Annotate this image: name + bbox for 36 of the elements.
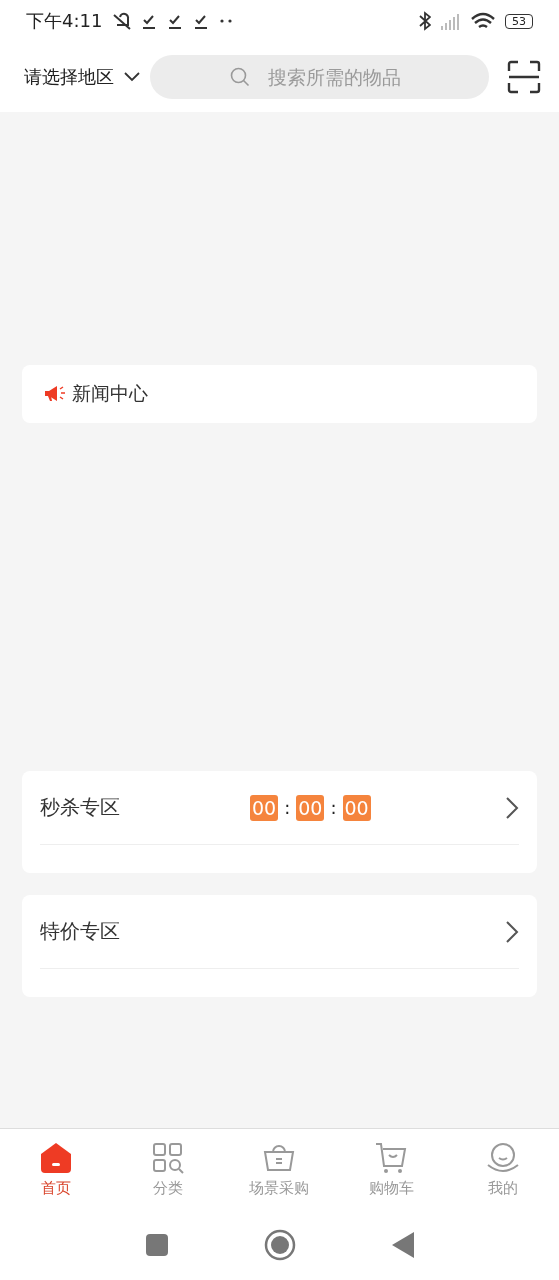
countdown-digits: 00 <box>250 794 279 821</box>
colon-separator: : <box>284 797 291 818</box>
tab-item[interactable]: 分类 <box>111 1129 224 1210</box>
news-card[interactable]: 新闻中心 <box>22 365 537 423</box>
battery-level: 53 <box>505 13 533 29</box>
home-button-icon[interactable] <box>263 1229 296 1261</box>
muted-bell-icon <box>112 11 133 31</box>
tab-item[interactable]: 首页 <box>0 1129 112 1210</box>
recents-icon[interactable] <box>144 1233 169 1257</box>
back-icon[interactable] <box>390 1231 415 1259</box>
home-icon <box>38 1141 73 1175</box>
chevron-right-icon[interactable] <box>505 795 519 820</box>
cart-icon <box>374 1141 409 1175</box>
smiley-icon <box>486 1141 521 1175</box>
wifi-icon <box>471 12 495 30</box>
search-icon <box>230 67 250 87</box>
chevron-down-icon[interactable] <box>124 72 140 82</box>
status-time: 下午4:11 <box>26 9 103 33</box>
tab-item[interactable]: 购物车 <box>335 1129 448 1210</box>
section-title: 特价专区 <box>40 918 120 945</box>
bluetooth-icon <box>419 11 431 31</box>
region-selector[interactable]: 请选择地区 <box>24 65 114 89</box>
chevron-right-icon[interactable] <box>505 919 519 944</box>
countdown-digits: 00 <box>296 794 325 821</box>
countdown-digits: 00 <box>342 794 371 821</box>
scan-icon[interactable] <box>507 60 541 94</box>
grid-search-icon <box>150 1141 185 1175</box>
colon-separator: : <box>330 797 337 818</box>
news-title: 新闻中心 <box>72 381 148 406</box>
search-field[interactable]: 搜索所需的物品 <box>150 55 489 99</box>
tab-item[interactable]: 场景采购 <box>223 1129 336 1210</box>
tab-item[interactable]: 我的 <box>447 1129 559 1210</box>
signal-icon <box>441 12 461 30</box>
more-dots-icon <box>220 19 233 23</box>
section-title: 秒杀专区 <box>40 794 120 821</box>
megaphone-icon <box>44 385 66 403</box>
